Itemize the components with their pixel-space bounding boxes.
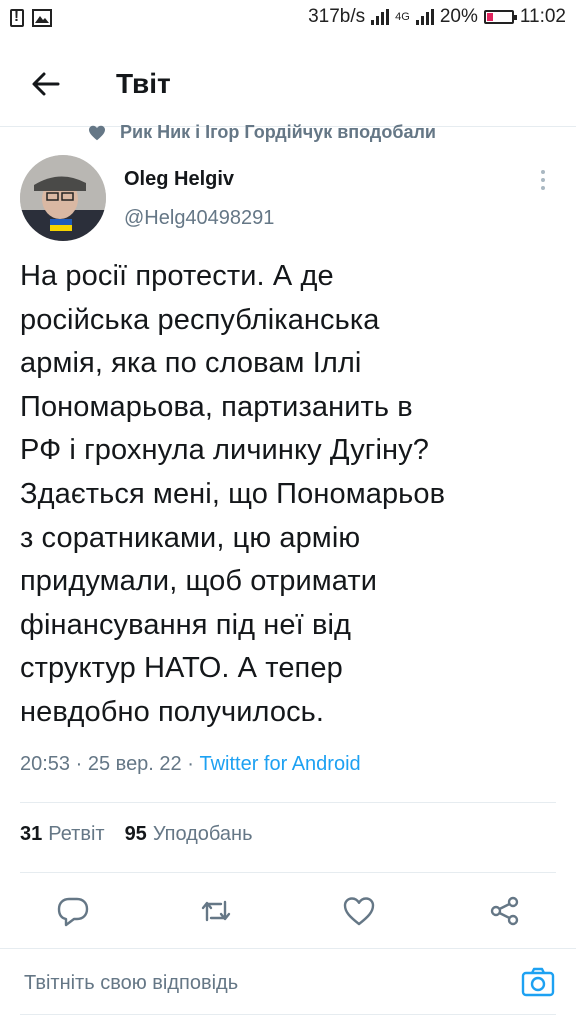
reply-icon[interactable] xyxy=(56,894,90,928)
tweet-time: 20:53 xyxy=(20,753,71,775)
tweet-source-link[interactable]: Twitter for Android xyxy=(199,753,360,775)
network-type: 4G xyxy=(395,11,410,23)
divider xyxy=(20,1014,556,1015)
likes-count[interactable]: 95 xyxy=(125,823,147,846)
battery-percent: 20% xyxy=(439,6,478,27)
image-icon xyxy=(32,9,52,27)
avatar[interactable] xyxy=(20,155,106,241)
social-context[interactable]: Рик Ник і Ігор Гордійчук вподобали xyxy=(88,122,436,143)
signal-icon xyxy=(371,9,390,25)
net-speed: 317b/s xyxy=(308,6,366,27)
tweet-stats: 31 Ретвіт 95 Уподобань xyxy=(20,823,253,846)
status-bar: 317b/s 4G 20% 11:02 xyxy=(0,0,576,40)
tweet-text: На росії протести. А де російська респуб… xyxy=(20,260,446,728)
social-context-text: Рик Ник і Ігор Гордійчук вподобали xyxy=(120,122,436,142)
retweet-icon[interactable] xyxy=(199,894,233,928)
author-name[interactable]: Oleg Helgiv xyxy=(124,168,234,191)
reply-input[interactable]: Твітніть свою відповідь xyxy=(24,972,238,995)
page-title: Твіт xyxy=(116,68,171,99)
heart-icon xyxy=(89,125,105,140)
divider xyxy=(20,872,556,873)
divider xyxy=(20,802,556,803)
share-icon[interactable] xyxy=(488,894,522,928)
divider xyxy=(0,948,576,949)
alert-icon xyxy=(10,8,24,27)
likes-label[interactable]: Уподобань xyxy=(153,823,253,846)
retweets-count[interactable]: 31 xyxy=(20,823,42,846)
camera-icon[interactable] xyxy=(521,966,555,998)
tweet-meta: 20:53 · 25 вер. 22 · Twitter for Android xyxy=(20,753,361,776)
author-handle[interactable]: @Helg40498291 xyxy=(124,207,274,230)
meta-separator: · xyxy=(75,753,83,775)
clock: 11:02 xyxy=(519,6,566,27)
meta-separator-2: · xyxy=(187,753,194,775)
top-app-bar: Твіт xyxy=(0,48,576,120)
more-vertical-icon[interactable] xyxy=(535,170,551,192)
like-icon[interactable] xyxy=(342,894,376,928)
retweets-label[interactable]: Ретвіт xyxy=(48,823,104,846)
arrow-left-icon[interactable] xyxy=(28,66,64,102)
battery-icon xyxy=(483,10,517,24)
signal-icon-2 xyxy=(415,9,434,25)
tweet-date: 25 вер. 22 xyxy=(87,753,182,775)
